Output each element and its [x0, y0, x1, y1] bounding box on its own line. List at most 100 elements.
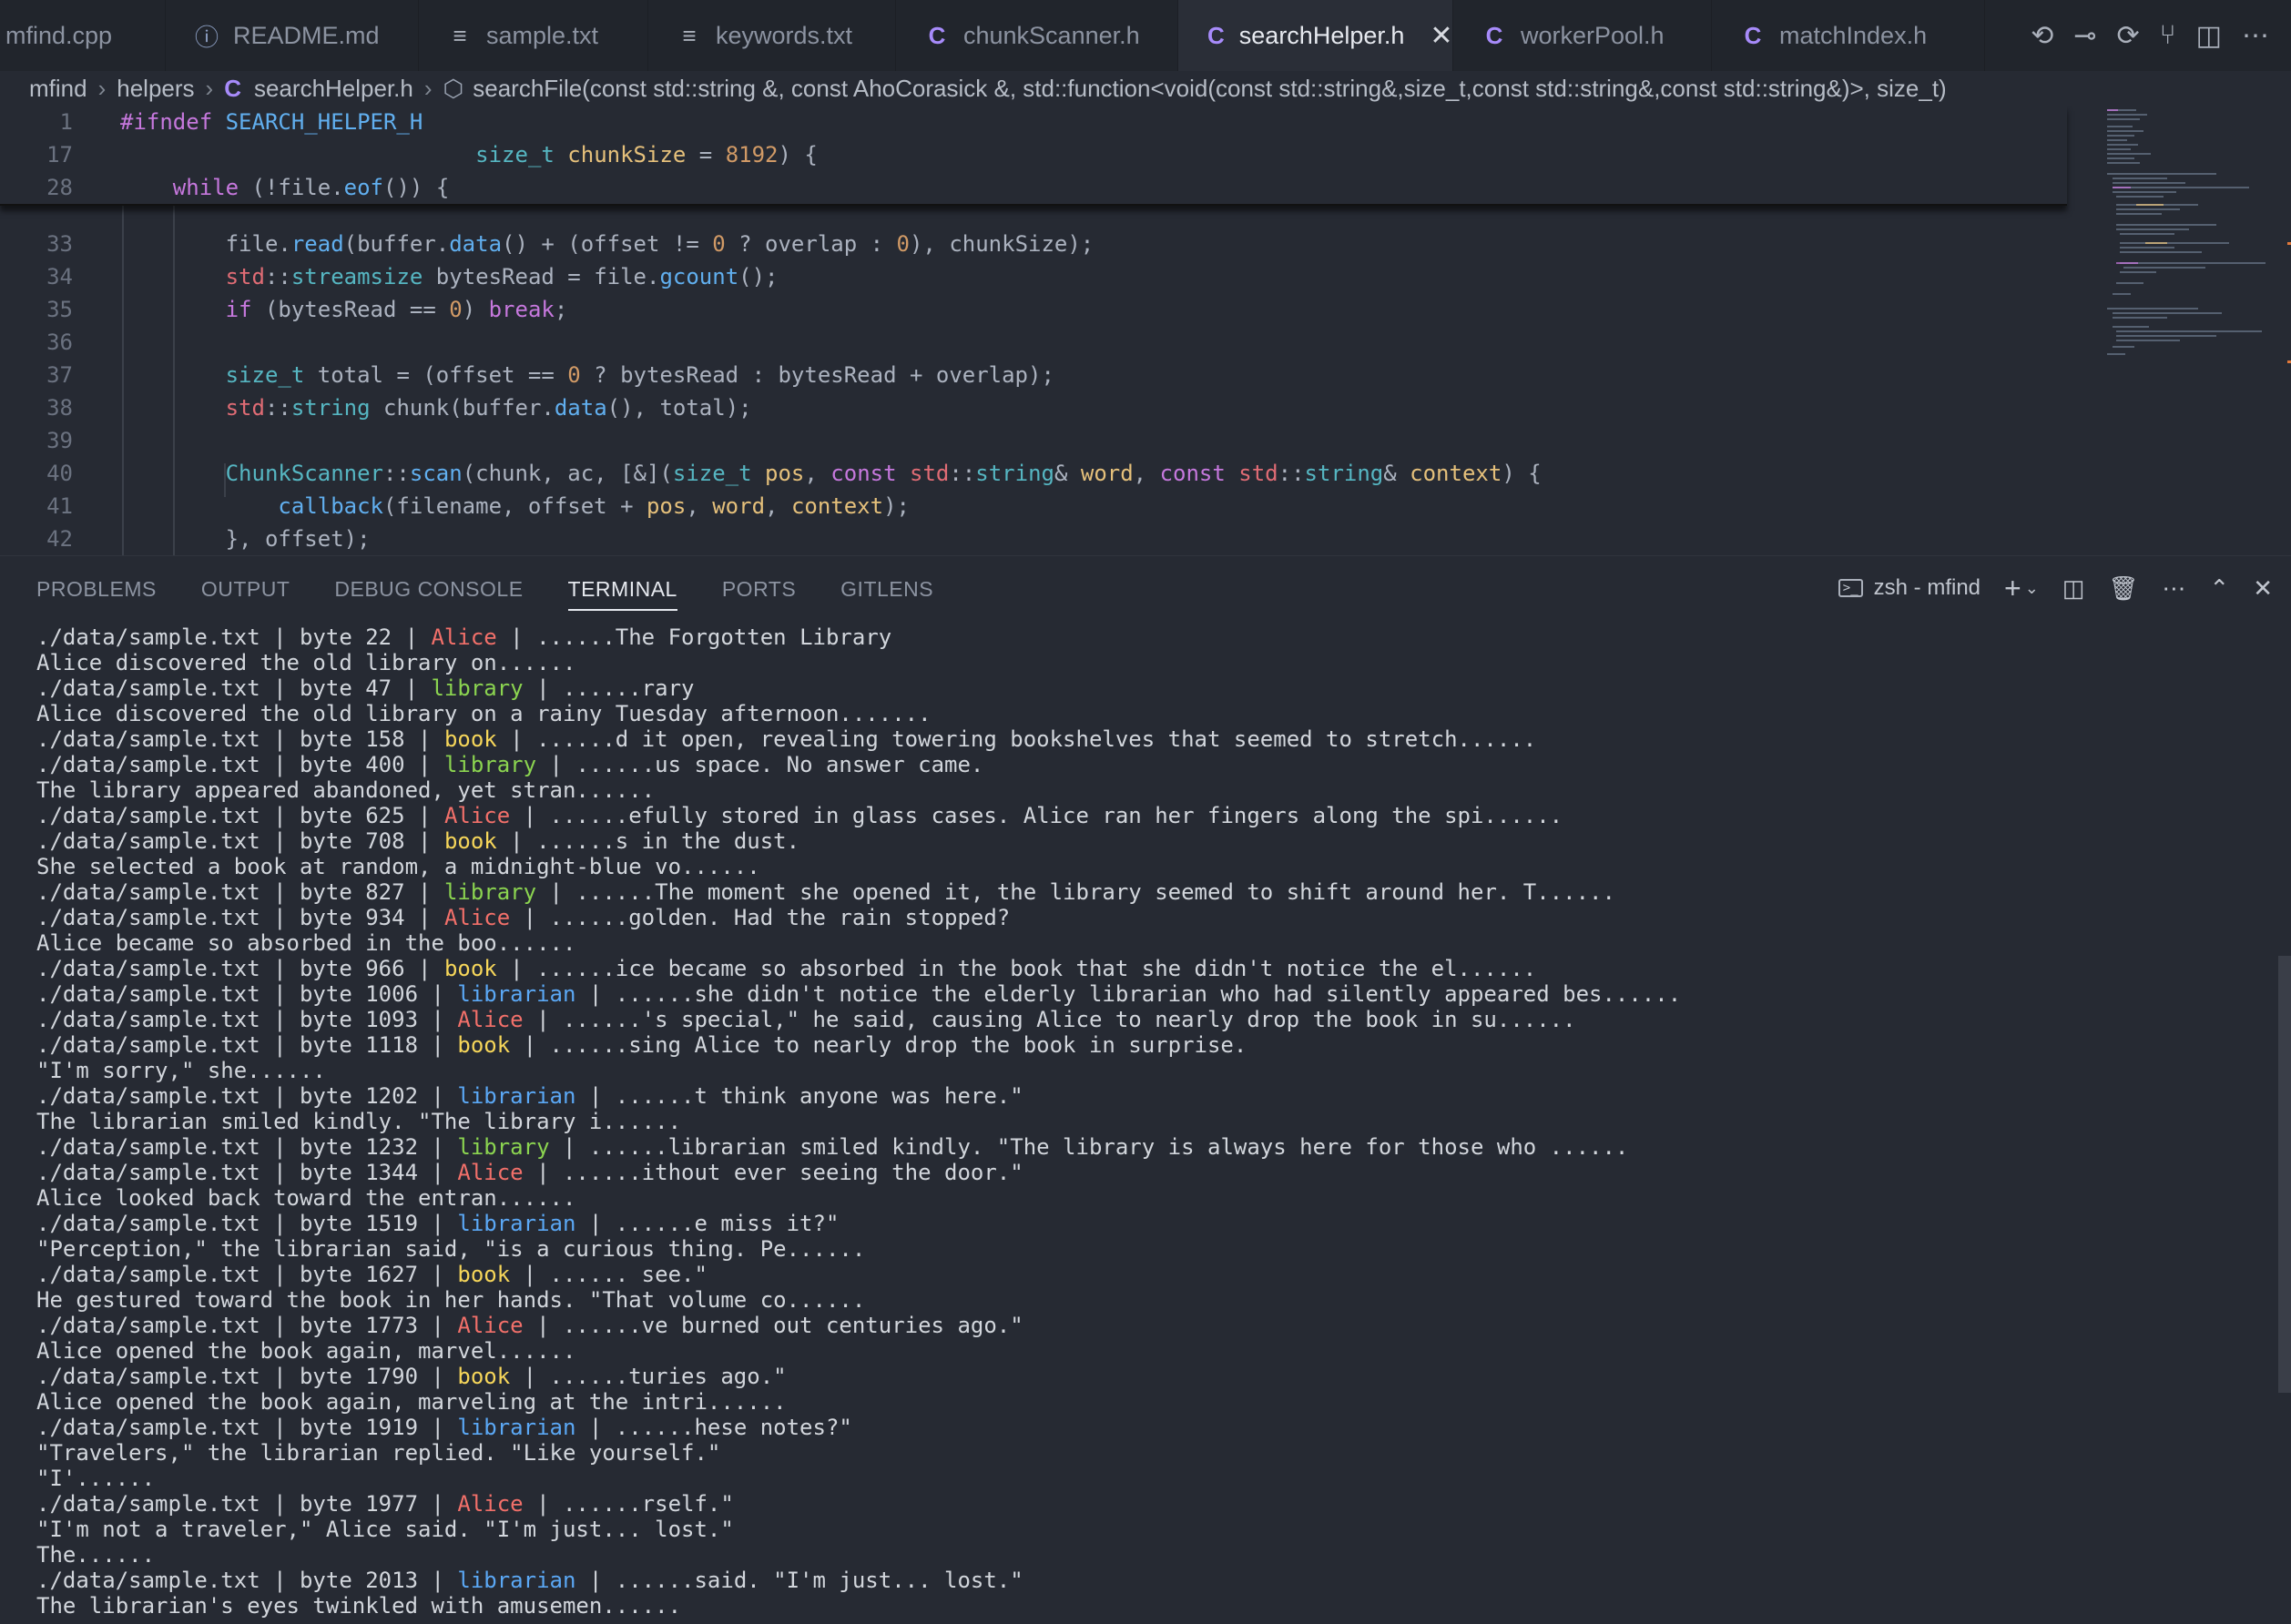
c-icon: C [224, 74, 241, 102]
git-branch-icon[interactable]: ⑂ [2160, 20, 2176, 51]
terminal-selector[interactable]: >_ zsh - mfind [1838, 575, 1980, 601]
maximize-panel-icon[interactable]: ⌃ [2209, 574, 2229, 603]
terminal-line: Alice became so absorbed in the boo.....… [36, 930, 576, 956]
code-text: if (bytesRead == 0) break; [225, 297, 568, 322]
tab-readme-md[interactable]: ⓘ README.md [166, 0, 419, 71]
terminal-line: ./data/sample.txt | byte 1773 | Alice | … [36, 1313, 1023, 1338]
line-number: 34 [46, 264, 73, 289]
code-text: while (!file.eof()) { [172, 175, 450, 200]
match-keyword: library [431, 675, 524, 701]
tab-label: sample.txt [486, 21, 599, 49]
terminal-line: The library appeared abandoned, yet stra… [36, 777, 656, 803]
terminal-line: ./data/sample.txt | byte 625 | Alice | .… [36, 803, 1563, 828]
editor-tab-bar: mfind.cpp ⓘ README.md ≡ sample.txt ≡ key… [0, 0, 2291, 72]
line-number: 28 [46, 175, 73, 200]
line-number: 41 [46, 493, 73, 519]
terminal-line: The...... [36, 1542, 156, 1568]
code-line: 36 [0, 326, 2067, 359]
code-line: 38 std::string chunk(buffer.data(), tota… [0, 391, 2067, 424]
terminal-icon: >_ [1838, 579, 1863, 597]
match-keyword: Alice [443, 803, 511, 828]
tab-label: workerPool.h [1521, 21, 1665, 49]
line-number: 42 [46, 526, 73, 552]
tab-output[interactable]: OUTPUT [201, 556, 290, 622]
c-icon: C [928, 21, 946, 49]
terminal-line: The librarian's eyes twinkled with amuse… [36, 1593, 682, 1619]
trash-icon[interactable]: 🗑 [2108, 574, 2138, 603]
method-icon: ⬡ [443, 74, 464, 102]
tab-keywords-txt[interactable]: ≡ keywords.txt [648, 0, 896, 71]
terminal-line: ./data/sample.txt | byte 827 | library |… [36, 879, 1615, 905]
close-icon[interactable]: ✕ [1430, 20, 1452, 52]
tab-debug-console[interactable]: DEBUG CONSOLE [334, 556, 523, 622]
tab-workerpool-h[interactable]: C workerPool.h [1453, 0, 1712, 71]
terminal-line: ./data/sample.txt | byte 1202 | libraria… [36, 1083, 1023, 1109]
code-line: 1 #ifndef SEARCH_HELPER_H [0, 106, 2067, 138]
tab-terminal[interactable]: TERMINAL [567, 556, 678, 622]
sticky-scroll-header[interactable]: 1 #ifndef SEARCH_HELPER_H 17 size_t chunkS… [0, 106, 2067, 206]
code-text: callback(filename, offset + pos, word, c… [278, 493, 910, 519]
c-icon: C [1744, 21, 1762, 49]
code-text: size_t chunkSize = 8192) { [475, 142, 818, 167]
terminal-line: ./data/sample.txt | byte 1919 | libraria… [36, 1415, 852, 1440]
terminal-scrollbar[interactable] [2278, 956, 2291, 1393]
breadcrumb: mfind › helpers › C searchHelper.h › ⬡ s… [0, 71, 2291, 106]
terminal-line: ./data/sample.txt | byte 1006 | libraria… [36, 981, 1682, 1007]
tab-chunkscanner-h[interactable]: C chunkScanner.h [896, 0, 1178, 71]
code-line: 37 size_t total = (offset == 0 ? bytesRe… [0, 359, 2067, 391]
terminal-line: ./data/sample.txt | byte 400 | library |… [36, 752, 984, 777]
go-back-icon[interactable]: ⟲ [2031, 20, 2053, 52]
breadcrumb-file[interactable]: searchHelper.h [254, 75, 413, 103]
code-editor[interactable]: 33 file.read(buffer.data() + (offset != … [0, 106, 2291, 555]
chevron-down-icon[interactable]: ⌄ [2025, 579, 2039, 598]
match-keyword: librarian [457, 1211, 576, 1236]
code-line: 33 file.read(buffer.data() + (offset != … [0, 228, 2067, 260]
breadcrumb-folder[interactable]: helpers [117, 75, 194, 103]
match-keyword: librarian [457, 981, 576, 1007]
terminal-line: "I'...... [36, 1466, 156, 1491]
code-text: ChunkScanner::scan(chunk, ac, [&](size_t… [225, 461, 1542, 486]
split-editor-icon[interactable]: ◫ [2196, 20, 2222, 52]
more-actions-icon[interactable]: ⋯ [2162, 574, 2185, 603]
match-keyword: book [457, 1364, 511, 1389]
terminal-line: She selected a book at random, a midnigh… [36, 854, 760, 879]
go-forward-icon[interactable]: ⟳ [2117, 20, 2140, 52]
tab-mfind-cpp[interactable]: mfind.cpp [0, 0, 166, 71]
breadcrumb-symbol[interactable]: searchFile(const std::string &, const Ah… [473, 75, 1946, 103]
breadcrumb-root[interactable]: mfind [29, 75, 87, 103]
code-line: 41 callback(filename, offset + pos, word… [0, 490, 2067, 523]
tab-ports[interactable]: PORTS [722, 556, 796, 622]
terminal-name: zsh - mfind [1873, 575, 1981, 600]
tab-label: chunkScanner.h [963, 21, 1140, 49]
tab-sample-txt[interactable]: ≡ sample.txt [419, 0, 648, 71]
terminal-line: ./data/sample.txt | byte 966 | book | ..… [36, 956, 1537, 981]
git-commit-icon[interactable]: ⊸ [2073, 20, 2096, 52]
line-number: 35 [46, 297, 73, 322]
terminal-line: ./data/sample.txt | byte 1519 | libraria… [36, 1211, 840, 1236]
line-number: 37 [46, 362, 73, 388]
tab-matchindex-h[interactable]: C matchIndex.h [1712, 0, 1985, 71]
match-keyword: Alice [457, 1313, 524, 1338]
terminal-line: He gestured toward the book in her hands… [36, 1287, 866, 1313]
code-line: 17 size_t chunkSize = 8192) { [0, 138, 2067, 171]
indent-guide [224, 463, 226, 497]
terminal-output[interactable]: ./data/sample.txt | byte 22 | Alice | ..… [36, 624, 2258, 1624]
minimap[interactable] [2072, 106, 2291, 555]
terminal-line: ./data/sample.txt | byte 934 | Alice | .… [36, 905, 1011, 930]
terminal-line: ./data/sample.txt | byte 708 | book | ..… [36, 828, 800, 854]
terminal-line: "Travelers," the librarian replied. "Lik… [36, 1440, 721, 1466]
more-actions-icon[interactable]: ⋯ [2242, 20, 2269, 52]
terminal-line: Alice discovered the old library on.....… [36, 650, 576, 675]
line-number: 38 [46, 395, 73, 421]
terminal-line: "I'm not a traveler," Alice said. "I'm j… [36, 1517, 734, 1542]
line-number: 17 [46, 142, 73, 167]
tab-problems[interactable]: PROBLEMS [36, 556, 157, 622]
split-terminal-icon[interactable]: ◫ [2062, 574, 2085, 603]
tab-gitlens[interactable]: GITLENS [840, 556, 933, 622]
code-line: 39 [0, 424, 2067, 457]
new-terminal-plus-icon[interactable]: + [2004, 572, 2021, 605]
c-icon: C [1485, 21, 1503, 49]
code-text: size_t total = (offset == 0 ? bytesRead … [225, 362, 1054, 388]
close-panel-icon[interactable]: ✕ [2253, 574, 2273, 603]
tab-searchhelper-h[interactable]: C searchHelper.h ✕ [1178, 0, 1453, 71]
